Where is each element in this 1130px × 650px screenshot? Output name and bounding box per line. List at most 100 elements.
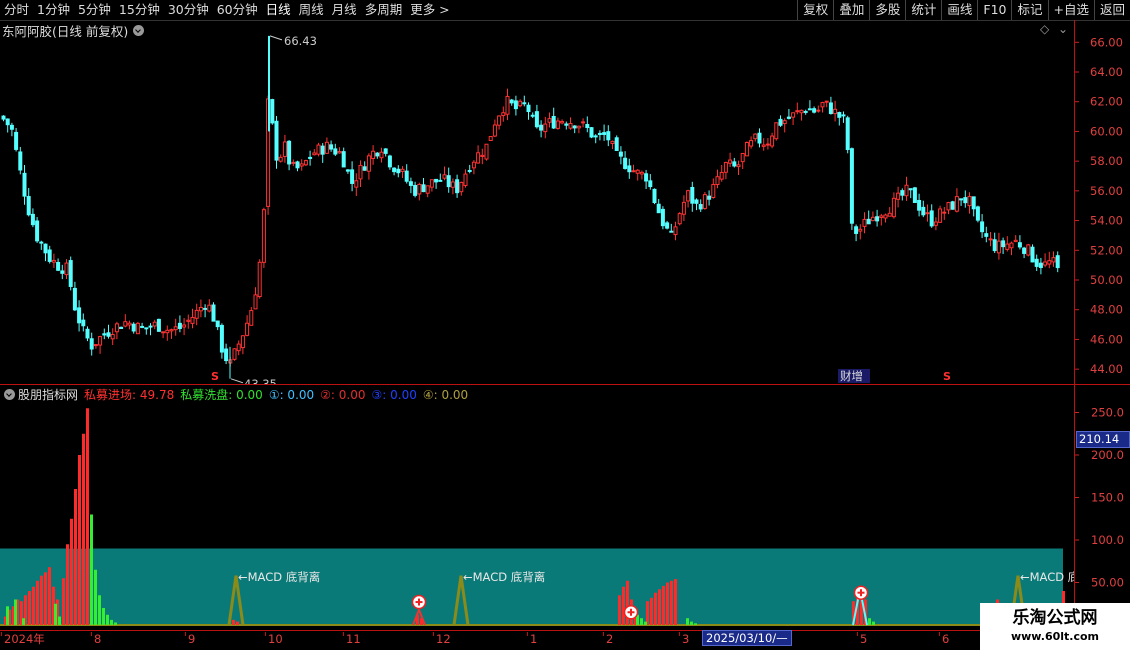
period-tab[interactable]: 30分钟 <box>164 0 213 20</box>
period-tab[interactable]: 多周期 <box>361 0 407 20</box>
private-fund-entry-bar <box>666 582 669 625</box>
date-label: 11 <box>346 632 361 646</box>
candle-body <box>891 197 896 218</box>
period-tab[interactable]: 分时 <box>0 0 33 20</box>
price-tick-label: 56.00 <box>1090 184 1123 198</box>
candle-body <box>282 141 287 157</box>
candle-body <box>782 120 787 125</box>
private-fund-entry-bar <box>74 489 77 625</box>
event-mark[interactable]: 财增 <box>840 369 863 383</box>
indicator-tick-label: 150.0 <box>1091 491 1124 505</box>
candle-body <box>635 169 640 174</box>
candle-body <box>371 150 376 159</box>
indicator-values: 私募进场: 49.78 私募洗盘: 0.00 ①: 0.00 ②: 0.00 ③: 0.… <box>78 386 468 403</box>
period-tab[interactable]: 5分钟 <box>74 0 115 20</box>
candle-body <box>249 310 254 326</box>
candle-body <box>690 186 695 204</box>
candle-body <box>799 109 804 114</box>
candle-body <box>89 338 94 350</box>
toolbar-button[interactable]: 返回 <box>1093 0 1130 20</box>
candle-body <box>18 151 23 171</box>
private-fund-entry-bar <box>670 580 673 625</box>
private-fund-washout-bar <box>6 606 9 625</box>
candle-body <box>933 221 938 226</box>
period-tab[interactable]: 日线 <box>262 0 295 20</box>
candle-body <box>950 201 955 210</box>
price-tick-label: 46.00 <box>1090 332 1123 346</box>
candle-body <box>1009 242 1014 249</box>
candle-body <box>698 204 703 210</box>
toolbar-button[interactable]: 统计 <box>905 0 941 20</box>
current-value-label: 210.14 <box>1076 431 1130 448</box>
high-pointer <box>269 35 283 41</box>
toolbar-button[interactable]: F10 <box>977 0 1011 20</box>
private-fund-washout-bar <box>106 614 109 625</box>
period-tab[interactable]: 60分钟 <box>213 0 262 20</box>
date-label: 2024年 <box>4 632 45 646</box>
toolbar-button[interactable]: 多股 <box>869 0 905 20</box>
candle-body <box>207 304 212 312</box>
candle-body <box>610 140 615 144</box>
signal-s-marker[interactable]: S <box>943 370 951 383</box>
candle-body <box>555 120 560 129</box>
candle-body <box>988 238 993 241</box>
candle-body <box>849 148 854 224</box>
period-tab[interactable]: 更多 > <box>406 0 453 20</box>
private-fund-washout-bar <box>58 616 61 625</box>
price-tick-label: 58.00 <box>1090 154 1123 168</box>
candle-body <box>169 329 174 332</box>
private-fund-entry-bar <box>654 592 657 625</box>
period-tab[interactable]: 周线 <box>295 0 328 20</box>
buy-signal-icon[interactable] <box>853 585 869 600</box>
candlestick-chart[interactable]: 66.43 43.35 S S 财增 <box>0 20 1074 384</box>
candle-body <box>593 135 598 138</box>
buy-signal-icon[interactable] <box>411 594 427 610</box>
toolbar-button[interactable]: 标记 <box>1011 0 1047 20</box>
candle-body <box>127 322 132 326</box>
buy-signal-icon[interactable] <box>623 605 639 620</box>
candle-body <box>22 172 27 197</box>
price-tick-label: 48.00 <box>1090 303 1123 317</box>
candle-body <box>581 121 586 124</box>
candle-body <box>312 152 317 156</box>
indicator-axis: 250.0 200.0 150.0 100.0 50.00 <box>1075 406 1124 590</box>
candle-body <box>81 319 86 327</box>
private-fund-entry-bar <box>62 578 65 625</box>
private-fund-entry-bar <box>662 585 665 625</box>
candle-body <box>702 194 707 209</box>
period-tab[interactable]: 月线 <box>328 0 361 20</box>
candle-body <box>240 335 245 349</box>
watermark-title: 乐淘公式网 <box>1012 608 1098 628</box>
candle-body <box>883 214 888 219</box>
candle-body <box>144 327 149 330</box>
candle-body <box>837 112 842 118</box>
candle-body <box>866 218 871 225</box>
price-axis: 66.00 64.00 62.00 60.00 58.00 56.00 54.00 52.00… <box>1075 35 1123 376</box>
toolbar-button[interactable]: 复权 <box>797 0 833 20</box>
candle-body <box>56 261 61 271</box>
private-fund-washout-bar <box>22 618 25 625</box>
candle-body <box>824 100 829 103</box>
toolbar-button[interactable]: 画线 <box>941 0 977 20</box>
candle-body <box>1051 257 1056 263</box>
candle-body <box>770 135 775 147</box>
price-tick-label: 50.00 <box>1090 273 1123 287</box>
date-tick <box>91 632 92 636</box>
indicator-value: 私募进场: 49.78 <box>84 387 175 402</box>
signal-s-marker[interactable]: S <box>211 370 219 383</box>
candle-body <box>795 110 800 113</box>
date-label: 5 <box>860 632 868 646</box>
toolbar-button[interactable]: 叠加 <box>833 0 869 20</box>
period-tab[interactable]: 15分钟 <box>115 0 164 20</box>
chevron-down-icon[interactable] <box>4 388 15 400</box>
period-tab[interactable]: 1分钟 <box>33 0 74 20</box>
toolbar-button[interactable]: +自选 <box>1047 0 1094 20</box>
date-label: 9 <box>188 632 196 646</box>
candle-body <box>119 326 124 329</box>
candle-body <box>765 143 770 146</box>
private-fund-washout-bar <box>872 621 875 625</box>
indicator-chart[interactable]: ←MACD 底背离 ←MACD 底背离 ←MACD 底背离 <box>0 402 1074 630</box>
candle-body <box>98 336 103 346</box>
candle-body <box>308 156 313 159</box>
candle-body <box>996 240 1001 254</box>
